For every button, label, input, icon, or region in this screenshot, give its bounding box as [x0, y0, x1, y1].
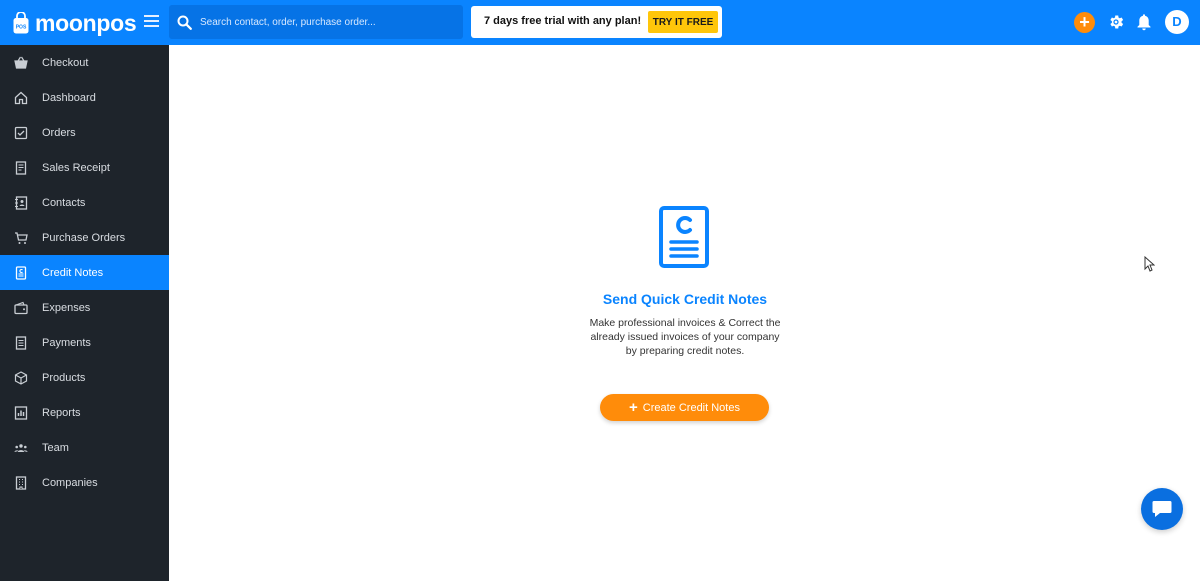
sidebar-item-label: Contacts	[42, 196, 86, 209]
gear-icon[interactable]	[1107, 13, 1125, 31]
report-chart-icon	[14, 405, 28, 420]
sidebar-item-label: Checkout	[42, 56, 89, 69]
credit-note-document-icon	[659, 206, 709, 268]
bell-icon[interactable]	[1136, 13, 1152, 31]
sidebar-item-label: Dashboard	[42, 91, 96, 104]
sidebar-item-label: Sales Receipt	[42, 161, 110, 174]
sidebar-item-label: Orders	[42, 126, 76, 139]
chat-bubble-icon	[1152, 501, 1172, 517]
payment-doc-icon	[15, 335, 27, 350]
sidebar-item-reports[interactable]: Reports	[0, 395, 169, 430]
basket-icon	[14, 56, 28, 69]
sidebar-item-label: Companies	[42, 476, 98, 489]
sidebar-item-products[interactable]: Products	[0, 360, 169, 395]
sidebar-item-orders[interactable]: Orders	[0, 115, 169, 150]
search-input[interactable]	[200, 12, 455, 32]
check-square-icon	[14, 126, 28, 139]
sidebar-item-credit-notes[interactable]: Credit Notes	[0, 255, 169, 290]
logo-badge-text: POS	[16, 25, 27, 31]
sidebar-item-label: Team	[42, 441, 69, 454]
cart-icon	[15, 231, 28, 244]
create-credit-notes-label: Create Credit Notes	[642, 402, 740, 414]
receipt-icon	[15, 160, 27, 175]
sidebar-item-payments[interactable]: Payments	[0, 325, 169, 360]
sidebar: Checkout Dashboard Orders Sales Receipt …	[0, 45, 169, 581]
sidebar-item-sales-receipt[interactable]: Sales Receipt	[0, 150, 169, 185]
sidebar-item-checkout[interactable]: Checkout	[0, 45, 169, 80]
empty-state-description: Make professional invoices & Correct the…	[589, 317, 781, 357]
brand-name: moonpos	[35, 10, 137, 36]
search-bar	[169, 5, 463, 39]
top-bar: POS moonpos 7 days free trial with any p…	[0, 0, 1200, 45]
building-icon	[15, 475, 27, 490]
trial-banner: 7 days free trial with any plan! TRY IT …	[471, 6, 722, 38]
brand-logo[interactable]: POS moonpos	[13, 10, 137, 36]
menu-toggle-icon[interactable]	[144, 15, 159, 29]
plus-icon: +	[629, 399, 638, 416]
sidebar-item-label: Payments	[42, 336, 91, 349]
empty-state-title: Send Quick Credit Notes	[602, 291, 768, 307]
sidebar-item-label: Purchase Orders	[42, 231, 126, 244]
sidebar-item-label: Credit Notes	[42, 266, 104, 279]
main-content: Send Quick Credit Notes Make professiona…	[169, 45, 1200, 581]
chat-support-button[interactable]	[1141, 488, 1183, 530]
sidebar-item-purchase-orders[interactable]: Purchase Orders	[0, 220, 169, 255]
box-icon	[14, 370, 28, 385]
contacts-book-icon	[15, 195, 28, 210]
user-avatar[interactable]: D	[1165, 10, 1189, 34]
sidebar-item-label: Products	[42, 371, 86, 384]
sidebar-item-companies[interactable]: Companies	[0, 465, 169, 500]
credit-note-icon	[15, 265, 27, 280]
pos-bag-icon: POS	[13, 12, 29, 34]
sidebar-item-label: Reports	[42, 406, 81, 419]
trial-text: 7 days free trial with any plan!	[484, 15, 642, 27]
search-icon	[177, 15, 192, 30]
team-icon	[14, 443, 28, 452]
home-icon	[14, 91, 28, 104]
mouse-cursor-icon	[1144, 256, 1155, 272]
quick-add-button[interactable]: +	[1074, 12, 1095, 33]
create-credit-notes-button[interactable]: + Create Credit Notes	[600, 394, 769, 421]
sidebar-item-contacts[interactable]: Contacts	[0, 185, 169, 220]
sidebar-item-expenses[interactable]: Expenses	[0, 290, 169, 325]
sidebar-item-team[interactable]: Team	[0, 430, 169, 465]
sidebar-item-label: Expenses	[42, 301, 91, 314]
sidebar-item-dashboard[interactable]: Dashboard	[0, 80, 169, 115]
wallet-icon	[14, 301, 28, 314]
try-it-free-button[interactable]: TRY IT FREE	[648, 11, 718, 33]
